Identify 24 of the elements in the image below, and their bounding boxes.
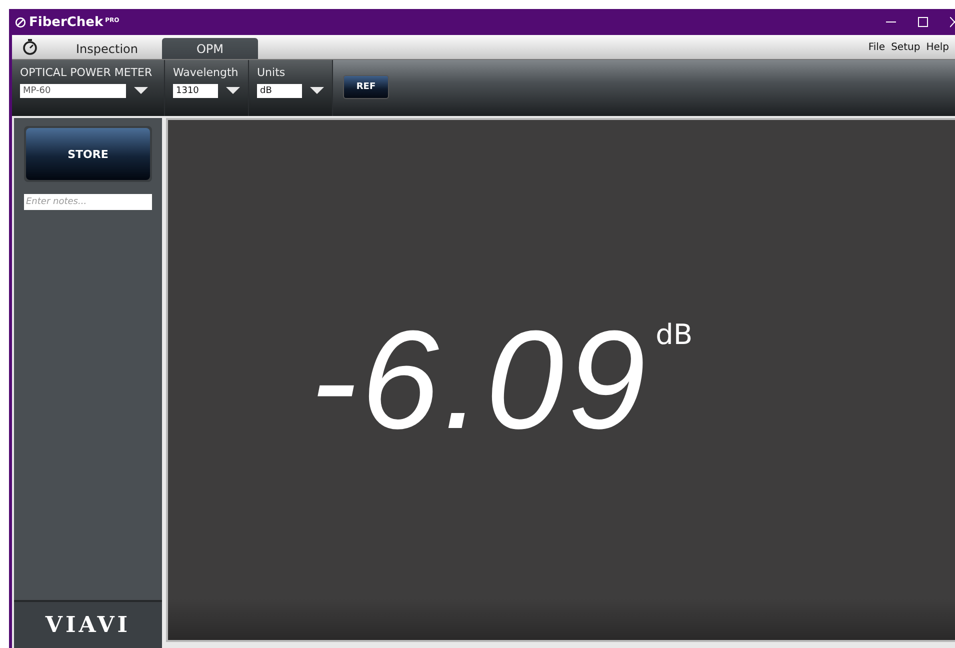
ref-button[interactable]: REF: [343, 75, 389, 99]
stopwatch-icon[interactable]: [22, 38, 38, 55]
store-button[interactable]: STORE: [26, 128, 150, 180]
logo: VIAVI: [45, 612, 131, 638]
dropdown-arrow-icon[interactable]: [310, 87, 324, 95]
app-logo-icon: [15, 16, 26, 28]
group-label: Units: [257, 66, 286, 79]
unit-label: dB: [656, 318, 693, 351]
tab[interactable]: Inspection: [52, 38, 162, 59]
dropdown-field[interactable]: dB: [257, 84, 302, 98]
group-label: OPTICAL POWER METER: [20, 66, 154, 79]
menu-item[interactable]: Help: [926, 42, 949, 53]
power-reading: -6.09: [310, 310, 650, 450]
tab[interactable]: OPM: [162, 38, 258, 59]
group-label: Wavelength: [173, 66, 240, 79]
dropdown-arrow-icon[interactable]: [226, 87, 240, 95]
dropdown-field[interactable]: MP-60: [20, 84, 126, 98]
menu-item[interactable]: File: [868, 42, 886, 53]
dropdown-arrow-icon[interactable]: [134, 87, 148, 95]
notes-field[interactable]: Enter notes...: [24, 194, 152, 210]
maximize-icon[interactable]: [918, 17, 928, 27]
dropdown-field[interactable]: 1310: [173, 84, 218, 98]
menu-item[interactable]: Setup: [891, 42, 920, 53]
window-title: FiberChek$^{PRO}$: [29, 14, 120, 30]
